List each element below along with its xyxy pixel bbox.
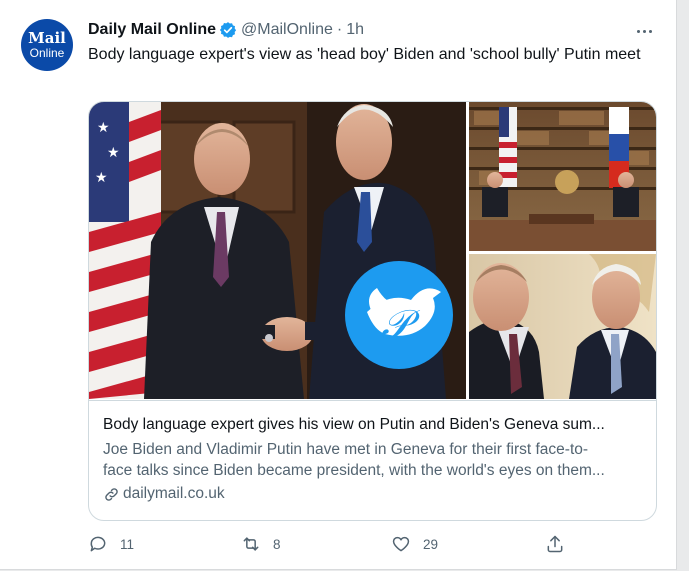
card-title: Body language expert gives his view on P… — [103, 416, 605, 433]
retweet-count: 8 — [273, 536, 281, 552]
reply-button[interactable]: 11 — [88, 534, 134, 554]
avatar-logo-line2: Online — [29, 46, 65, 60]
account-handle[interactable]: @MailOnline — [241, 21, 333, 39]
card-domain[interactable]: dailymail.co.uk — [103, 485, 225, 503]
svg-text:★: ★ — [97, 120, 110, 136]
like-count: 29 — [423, 536, 439, 552]
like-button[interactable]: 29 — [391, 534, 438, 554]
avatar[interactable]: Mail Online — [21, 19, 73, 71]
tweet-timestamp[interactable]: 1h — [346, 21, 364, 39]
separator-dot: · — [336, 21, 343, 38]
share-icon — [547, 535, 563, 553]
retweet-icon — [243, 537, 259, 551]
svg-text:★: ★ — [107, 145, 120, 161]
tweet-header: Daily Mail Online @MailOnline · 1h — [88, 18, 364, 42]
card-description: Joe Biden and Vladimir Putin have met in… — [103, 439, 643, 481]
link-card[interactable]: ★ ★ ★ 𝒫 Body language expert gives his v… — [88, 101, 657, 521]
card-description-line1: Joe Biden and Vladimir Putin have met in… — [103, 441, 589, 458]
card-text-area[interactable]: Body language expert gives his view on P… — [89, 400, 656, 520]
link-icon — [105, 487, 118, 501]
account-name[interactable]: Daily Mail Online — [88, 21, 216, 39]
verified-badge-icon — [219, 22, 237, 38]
tweet-actions: 11 8 29 — [0, 534, 676, 558]
retweet-button[interactable]: 8 — [241, 534, 281, 554]
share-button[interactable] — [545, 534, 565, 554]
tweet-text: Body language expert's view as 'head boy… — [88, 46, 641, 63]
avatar-logo-line1: Mail — [28, 29, 66, 47]
card-domain-text: dailymail.co.uk — [123, 485, 225, 502]
reply-count: 11 — [120, 536, 135, 552]
like-icon — [392, 536, 410, 552]
tweet-container[interactable]: Mail Online Daily Mail Online @MailOnlin… — [0, 0, 677, 570]
reply-icon — [90, 536, 106, 552]
more-icon[interactable] — [633, 26, 655, 36]
watermark-bird-icon: 𝒫 — [345, 261, 453, 369]
room-photo — [469, 102, 656, 251]
card-image[interactable]: ★ ★ ★ 𝒫 — [89, 102, 656, 399]
closeup-photo — [469, 254, 656, 399]
svg-text:★: ★ — [95, 170, 108, 186]
card-description-line2: face talks since Biden became president,… — [103, 462, 605, 479]
